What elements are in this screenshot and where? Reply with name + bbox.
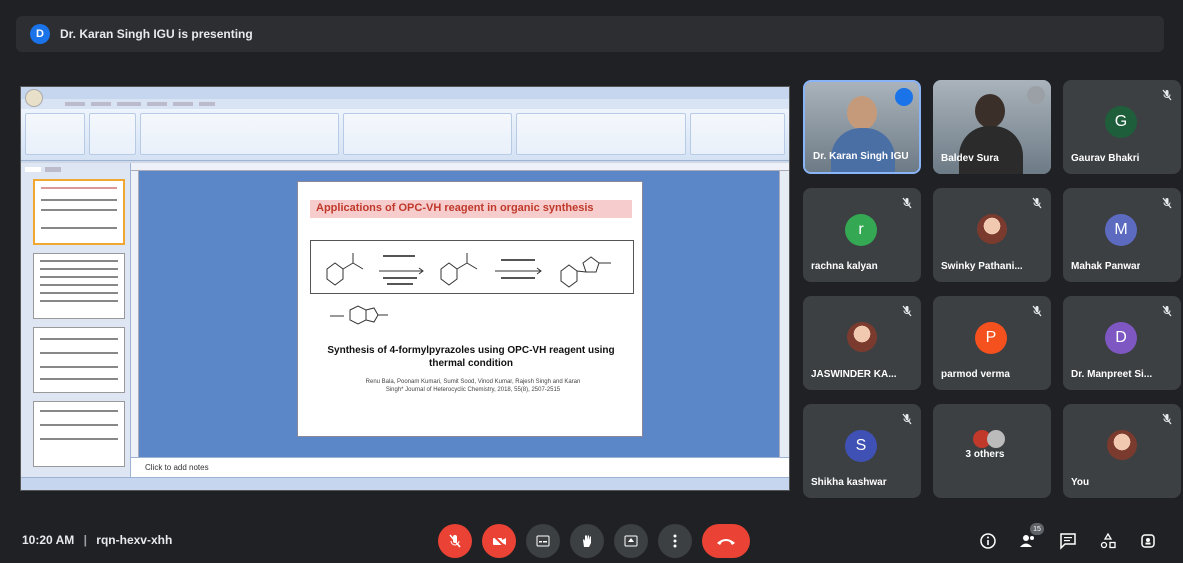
notes-pane[interactable]: Click to add notes [131, 457, 789, 479]
participant-name: rachna kalyan [811, 261, 878, 272]
more-options-button[interactable] [658, 524, 692, 558]
avatar: M [1105, 214, 1137, 246]
activities-icon [1100, 532, 1116, 549]
leave-call-button[interactable] [702, 524, 750, 558]
slide-thumbnail[interactable] [33, 179, 125, 245]
slide-thumbnail[interactable] [33, 401, 125, 467]
participant-tile[interactable]: Pparmod verma [933, 296, 1051, 390]
participant-tile[interactable]: G Gaurav Bhakri [1063, 80, 1181, 174]
info-icon [980, 533, 996, 549]
chat-icon [1060, 533, 1076, 550]
slide-thumbnail[interactable] [33, 327, 125, 393]
slide-thumbnail[interactable] [33, 253, 125, 319]
present-screen-icon [624, 535, 638, 547]
presenter-avatar: D [30, 24, 50, 44]
avatar [847, 322, 877, 352]
participant-tile[interactable]: S Shikha kashwar [803, 404, 921, 498]
slide-citation: Renu Bala, Poonam Kumari, Sumit Sood, Vi… [365, 379, 581, 393]
participant-name: Dr. Karan Singh IGU [813, 151, 909, 162]
participant-tile[interactable]: D Dr. Manpreet Si... [1063, 296, 1181, 390]
participant-tile[interactable]: You [1063, 404, 1181, 498]
meeting-details-button[interactable] [976, 529, 1000, 553]
mic-muted-icon [901, 412, 913, 425]
presenting-banner: D Dr. Karan Singh IGU is presenting [16, 16, 1164, 52]
audio-indicator-icon [1027, 86, 1045, 104]
speaking-indicator-icon [895, 88, 913, 106]
mic-muted-icon [1031, 196, 1043, 209]
slide-title: Applications of OPC-VH reagent in organi… [310, 200, 632, 218]
participant-name: parmod verma [941, 369, 1010, 380]
avatar: G [1105, 106, 1137, 138]
presenting-text: Dr. Karan Singh IGU is presenting [60, 27, 253, 41]
participant-tile[interactable]: 3 others [933, 404, 1051, 498]
office-button-icon [25, 89, 43, 107]
participant-name: Gaurav Bhakri [1071, 153, 1140, 164]
camera-toggle-button[interactable] [482, 524, 516, 558]
participant-name: Mahak Panwar [1071, 261, 1141, 272]
captions-button[interactable] [526, 524, 560, 558]
avatar: S [845, 430, 877, 462]
mic-muted-icon [1031, 304, 1043, 317]
bottom-bar: 10:20 AM | rqn-hexv-xhh 15 [8, 520, 1175, 560]
participant-name: Shikha kashwar [811, 477, 887, 488]
current-slide: Applications of OPC-VH reagent in organi… [297, 181, 643, 437]
clock-time: 10:20 AM [22, 533, 75, 547]
participant-tile[interactable]: r rachna kalyan [803, 188, 921, 282]
meeting-info: 10:20 AM | rqn-hexv-xhh [22, 533, 173, 547]
raise-hand-button[interactable] [570, 524, 604, 558]
slide-subtitle: Synthesis of 4-formylpyrazoles using OPC… [327, 345, 615, 369]
mic-toggle-button[interactable] [438, 524, 472, 558]
avatar [977, 214, 1007, 244]
people-button[interactable]: 15 [1016, 523, 1044, 553]
participant-name: JASWINDER KA... [811, 369, 897, 380]
participant-name: Baldev Sura [941, 153, 999, 164]
shared-screen: Applications of OPC-VH reagent in organi… [20, 86, 790, 491]
avatar: r [845, 214, 877, 246]
horizontal-ruler [131, 163, 789, 171]
participant-name: You [1071, 477, 1090, 488]
chat-button[interactable] [1056, 529, 1080, 553]
mic-muted-icon [901, 196, 913, 209]
vertical-ruler [131, 171, 139, 457]
meeting-code: rqn-hexv-xhh [96, 533, 173, 547]
camera-off-icon [492, 534, 506, 548]
mic-off-icon [449, 534, 461, 548]
slide-canvas: Applications of OPC-VH reagent in organi… [131, 163, 789, 479]
hand-icon [583, 535, 591, 547]
host-controls-button[interactable] [1136, 529, 1160, 553]
activities-button[interactable] [1096, 529, 1120, 553]
slide-thumbnails [21, 163, 131, 479]
mic-muted-icon [901, 304, 913, 317]
more-vertical-icon [673, 534, 677, 548]
status-bar [21, 477, 789, 490]
ribbon [21, 109, 789, 161]
powerpoint-titlebar [21, 87, 789, 107]
mic-muted-icon [1161, 304, 1173, 317]
participant-tile[interactable]: M Mahak Panwar [1063, 188, 1181, 282]
participant-count-badge: 15 [1030, 523, 1044, 535]
end-call-icon [717, 539, 735, 545]
avatar: P [975, 322, 1007, 354]
lock-person-icon [1141, 534, 1155, 548]
participant-name: 3 others [965, 449, 1005, 460]
vertical-scrollbar[interactable] [779, 171, 789, 457]
mic-muted-icon [1161, 196, 1173, 209]
ribbon-tabs [21, 99, 789, 109]
mic-muted-icon [1161, 412, 1173, 425]
captions-icon [536, 535, 550, 547]
avatar [1107, 430, 1137, 460]
mic-muted-icon [1161, 88, 1173, 101]
reaction-scheme [310, 240, 634, 294]
participant-tile[interactable]: Dr. Karan Singh IGU [803, 80, 921, 174]
participant-name: Swinky Pathani... [941, 261, 1023, 272]
participant-tile[interactable]: Baldev Sura [933, 80, 1051, 174]
present-button[interactable] [614, 524, 648, 558]
avatar: D [1105, 322, 1137, 354]
participant-name: Dr. Manpreet Si... [1071, 369, 1153, 380]
reagent-structure [326, 302, 396, 328]
participant-tile[interactable]: Swinky Pathani... [933, 188, 1051, 282]
participant-tile[interactable]: JASWINDER KA... [803, 296, 921, 390]
